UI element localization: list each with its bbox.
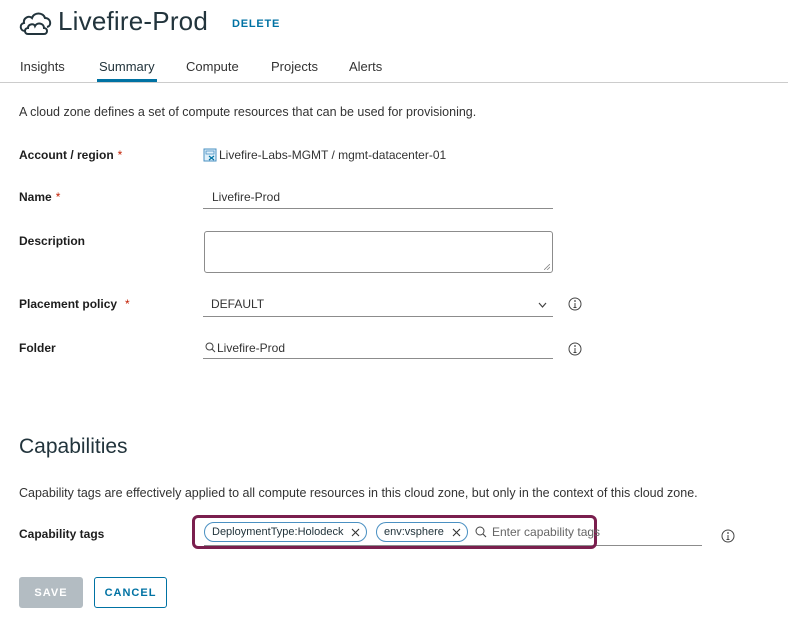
folder-value: Livefire-Prod — [217, 341, 286, 355]
resize-handle-icon[interactable] — [544, 264, 550, 270]
folder-label: Folder — [19, 341, 56, 355]
capabilities-heading: Capabilities — [19, 435, 128, 458]
info-icon[interactable] — [568, 342, 582, 356]
capabilities-description: Capability tags are effectively applied … — [19, 486, 698, 500]
placement-policy-label: Placement policy * — [19, 297, 130, 311]
cloud-zone-icon — [19, 12, 52, 35]
capability-tag-chip: env:vsphere — [376, 522, 468, 542]
tag-label: env:vsphere — [384, 526, 444, 538]
name-value: Livefire-Prod — [212, 190, 281, 204]
tab-summary[interactable]: Summary — [99, 59, 155, 74]
tab-compute[interactable]: Compute — [186, 59, 239, 74]
name-label-text: Name — [19, 190, 52, 204]
tab-insights[interactable]: Insights — [20, 59, 65, 74]
required-marker: * — [117, 148, 123, 162]
account-region-text: Livefire-Labs-MGMT / mgmt-datacenter-01 — [219, 148, 447, 162]
capability-tags-input[interactable] — [492, 525, 622, 539]
tab-bar: Insights Summary Compute Projects Alerts — [0, 52, 788, 83]
required-marker: * — [125, 297, 130, 311]
close-icon[interactable] — [452, 528, 461, 537]
cancel-button[interactable]: CANCEL — [94, 577, 167, 608]
tag-label: DeploymentType:Holodeck — [212, 526, 344, 538]
placement-policy-select[interactable]: DEFAULT — [203, 294, 553, 317]
tab-alerts[interactable]: Alerts — [349, 59, 382, 74]
search-icon — [205, 342, 216, 353]
search-icon — [475, 526, 487, 538]
save-button[interactable]: SAVE — [19, 577, 83, 608]
page-title: Livefire-Prod — [58, 6, 208, 36]
page-header: Livefire-Prod DELETE — [18, 6, 280, 37]
account-region-label: Account / region * — [19, 148, 122, 162]
placement-policy-value: DEFAULT — [211, 297, 265, 311]
required-marker: * — [55, 190, 61, 204]
info-icon[interactable] — [568, 297, 582, 311]
account-region-value: Livefire-Labs-MGMT / mgmt-datacenter-01 — [203, 148, 446, 162]
name-label: Name * — [19, 190, 60, 204]
delete-button[interactable]: DELETE — [232, 18, 280, 30]
folder-field[interactable]: Livefire-Prod — [203, 338, 553, 359]
description-textarea[interactable] — [204, 231, 553, 273]
capability-tag-search — [475, 525, 622, 539]
cloud-zone-description: A cloud zone defines a set of compute re… — [19, 105, 477, 119]
tab-projects[interactable]: Projects — [271, 59, 318, 74]
info-icon[interactable] — [721, 529, 735, 543]
name-field[interactable]: Livefire-Prod — [203, 187, 553, 209]
capability-tags-label: Capability tags — [19, 527, 105, 541]
active-tab-indicator — [97, 79, 157, 82]
chevron-down-icon — [538, 302, 547, 308]
close-icon[interactable] — [351, 528, 360, 537]
placement-policy-label-text: Placement policy — [19, 297, 118, 311]
capability-tag-chip: DeploymentType:Holodeck — [204, 522, 368, 542]
description-label: Description — [19, 234, 86, 248]
account-region-label-text: Account / region — [19, 148, 114, 162]
vsphere-account-icon — [203, 148, 217, 162]
